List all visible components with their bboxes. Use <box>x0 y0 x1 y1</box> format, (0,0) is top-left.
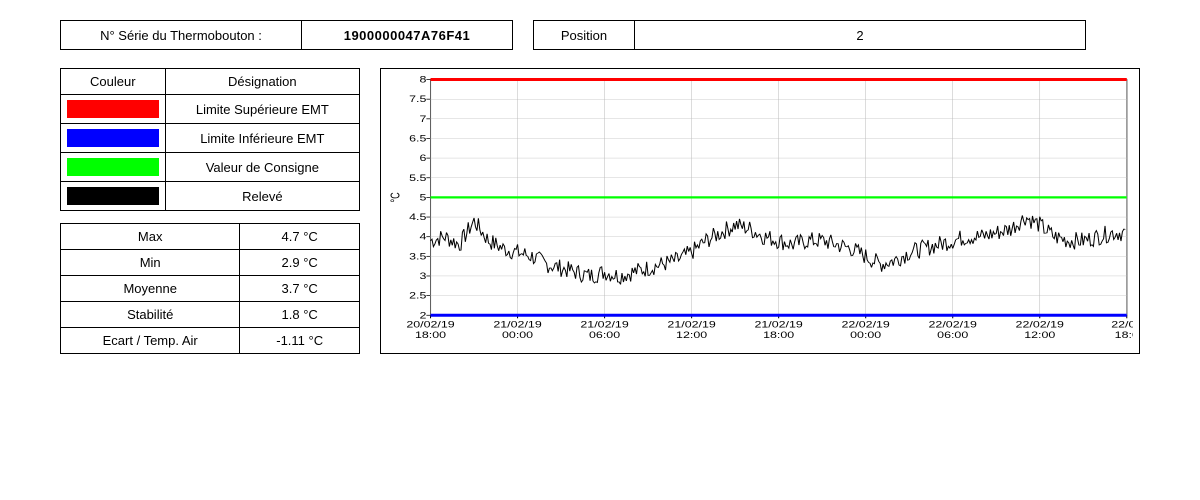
stat-row: Max 4.7 °C <box>61 224 360 250</box>
svg-text:21/02/19: 21/02/19 <box>754 320 802 330</box>
position-label: Position <box>533 20 635 50</box>
svg-text:12:00: 12:00 <box>1024 330 1055 340</box>
position-value: 2 <box>635 20 1086 50</box>
svg-text:18:00: 18:00 <box>415 330 446 340</box>
svg-text:22/02: 22/02 <box>1111 320 1133 330</box>
stats-table: Max 4.7 °C Min 2.9 °C Moyenne 3.7 °C Sta… <box>60 223 360 354</box>
legend-label: Limite Supérieure EMT <box>165 95 359 124</box>
svg-text:2.5: 2.5 <box>409 291 426 301</box>
svg-text:20/02/19: 20/02/19 <box>406 320 454 330</box>
stat-value: 3.7 °C <box>240 276 360 302</box>
stat-label: Stabilité <box>61 302 240 328</box>
legend-label: Valeur de Consigne <box>165 153 359 182</box>
svg-text:06:00: 06:00 <box>937 330 968 340</box>
swatch-setpoint <box>67 158 159 176</box>
chart-svg: 22.533.544.555.566.577.5820/02/1918:0021… <box>387 75 1133 347</box>
legend-label: Relevé <box>165 182 359 211</box>
svg-text:4.5: 4.5 <box>409 213 426 223</box>
legend-label: Limite Inférieure EMT <box>165 124 359 153</box>
svg-text:8: 8 <box>419 75 426 85</box>
chart-container: 22.533.544.555.566.577.5820/02/1918:0021… <box>380 68 1140 354</box>
stat-row: Moyenne 3.7 °C <box>61 276 360 302</box>
svg-text:5.5: 5.5 <box>409 173 426 183</box>
stat-row: Min 2.9 °C <box>61 250 360 276</box>
stat-label: Min <box>61 250 240 276</box>
svg-text:18:00: 18:00 <box>763 330 794 340</box>
svg-text:06:00: 06:00 <box>589 330 620 340</box>
stat-value: 1.8 °C <box>240 302 360 328</box>
svg-text:7: 7 <box>419 114 426 124</box>
svg-text:22/02/19: 22/02/19 <box>1016 320 1064 330</box>
svg-text:6.5: 6.5 <box>409 134 426 144</box>
swatch-lower <box>67 129 159 147</box>
legend-table: Couleur Désignation Limite Supérieure EM… <box>60 68 360 211</box>
legend-header-color: Couleur <box>61 69 166 95</box>
legend-header-desig: Désignation <box>165 69 359 95</box>
swatch-upper <box>67 100 159 118</box>
position-block: Position 2 <box>533 20 1086 50</box>
stat-value: -1.11 °C <box>240 328 360 354</box>
svg-text:22/02/19: 22/02/19 <box>929 320 977 330</box>
header-row: N° Série du Thermobouton : 1900000047A76… <box>60 20 1140 50</box>
stat-label: Max <box>61 224 240 250</box>
legend-row: Valeur de Consigne <box>61 153 360 182</box>
svg-text:21/02/19: 21/02/19 <box>580 320 628 330</box>
svg-text:5: 5 <box>419 193 426 203</box>
svg-text:6: 6 <box>419 154 426 164</box>
stat-value: 4.7 °C <box>240 224 360 250</box>
legend-row: Limite Supérieure EMT <box>61 95 360 124</box>
svg-text:°C: °C <box>389 192 403 202</box>
svg-text:21/02/19: 21/02/19 <box>667 320 715 330</box>
svg-text:3: 3 <box>419 272 426 282</box>
svg-text:18:0: 18:0 <box>1115 330 1133 340</box>
stat-row: Ecart / Temp. Air -1.11 °C <box>61 328 360 354</box>
legend-row: Limite Inférieure EMT <box>61 124 360 153</box>
svg-text:7.5: 7.5 <box>409 95 426 105</box>
stat-label: Moyenne <box>61 276 240 302</box>
svg-text:00:00: 00:00 <box>850 330 881 340</box>
svg-text:21/02/19: 21/02/19 <box>493 320 541 330</box>
swatch-reading <box>67 187 159 205</box>
svg-text:4: 4 <box>419 232 426 242</box>
svg-text:00:00: 00:00 <box>502 330 533 340</box>
serial-value: 1900000047A76F41 <box>302 20 513 50</box>
svg-text:3.5: 3.5 <box>409 252 426 262</box>
stat-row: Stabilité 1.8 °C <box>61 302 360 328</box>
legend-row: Relevé <box>61 182 360 211</box>
svg-text:12:00: 12:00 <box>676 330 707 340</box>
serial-block: N° Série du Thermobouton : 1900000047A76… <box>60 20 513 50</box>
stat-label: Ecart / Temp. Air <box>61 328 240 354</box>
stat-value: 2.9 °C <box>240 250 360 276</box>
svg-text:22/02/19: 22/02/19 <box>841 320 889 330</box>
serial-label: N° Série du Thermobouton : <box>60 20 302 50</box>
